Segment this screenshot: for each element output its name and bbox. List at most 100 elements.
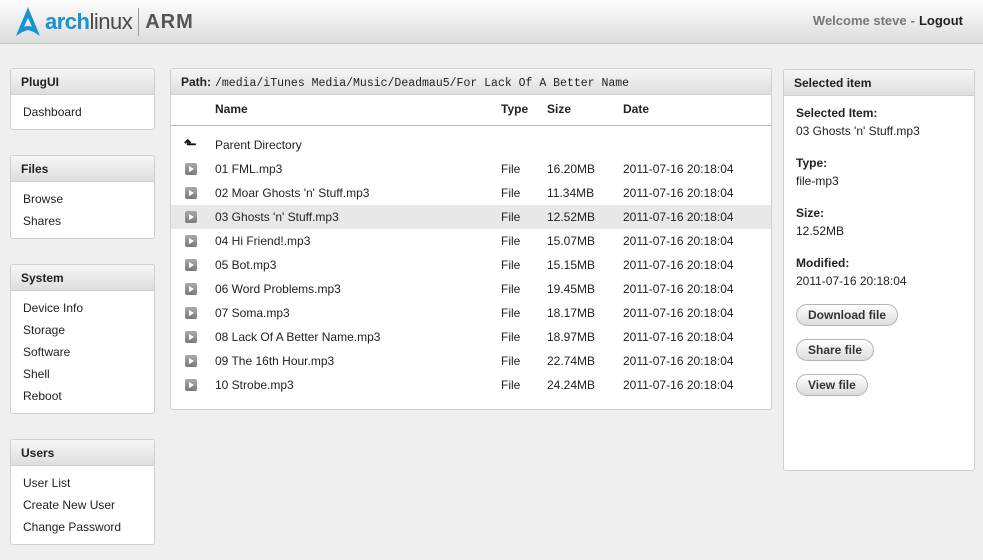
sidebar-item-reboot[interactable]: Reboot [23, 385, 154, 407]
file-row[interactable]: 04 Hi Friend!.mp3 File 15.07MB 2011-07-16 2… [171, 229, 771, 253]
file-name: 02 Moar Ghosts 'n' Stuff.mp3 [215, 186, 370, 200]
sidebar-section-title: Users [11, 440, 154, 466]
file-type: File [501, 282, 521, 296]
file-row[interactable]: 01 FML.mp3 File 16.20MB 2011-07-16 20:18:04 [171, 157, 771, 181]
welcome-area: Welcome steve - Logout [813, 13, 963, 28]
file-name: 05 Bot.mp3 [215, 258, 277, 272]
file-type: File [501, 306, 521, 320]
file-date: 2011-07-16 20:18:04 [623, 258, 734, 272]
download-file-button[interactable]: Download file [796, 304, 898, 326]
file-type: File [501, 162, 521, 176]
file-type: File [501, 258, 521, 272]
file-browser-panel: Path: /media/iTunes Media/Music/Deadmau5/… [170, 68, 772, 410]
size-label: Size: [796, 206, 825, 220]
file-size: 24.24MB [547, 378, 596, 392]
logout-link[interactable]: Logout [919, 13, 963, 28]
file-row[interactable]: 02 Moar Ghosts 'n' Stuff.mp3 File 11.34MB 2… [171, 181, 771, 205]
column-header-name[interactable]: Name [215, 102, 248, 116]
play-icon[interactable] [185, 187, 197, 199]
sidebar-item-shell[interactable]: Shell [23, 363, 154, 385]
view-file-button[interactable]: View file [796, 374, 868, 396]
file-row[interactable]: 05 Bot.mp3 File 15.15MB 2011-07-16 20:18:04 [171, 253, 771, 277]
column-header-date[interactable]: Date [623, 102, 649, 116]
sidebar-item-storage[interactable]: Storage [23, 319, 154, 341]
file-date: 2011-07-16 20:18:04 [623, 282, 734, 296]
file-size: 15.15MB [547, 258, 596, 272]
file-size: 16.20MB [547, 162, 596, 176]
file-name: 09 The 16th Hour.mp3 [215, 354, 335, 368]
file-type: File [501, 330, 521, 344]
parent-directory-label: Parent Directory [215, 138, 302, 152]
welcome-text: Welcome steve [812, 13, 907, 28]
type-label: Type: [796, 156, 828, 170]
file-name: 10 Strobe.mp3 [215, 378, 294, 392]
sidebar-item-user-list[interactable]: User List [23, 472, 154, 494]
selected-item-value: 03 Ghosts 'n' Stuff.mp3 [796, 124, 920, 138]
sidebar-item-create-new-user[interactable]: Create New User [23, 494, 154, 516]
archlinux-arm-logo[interactable]: archlinux ARM [14, 4, 194, 40]
size-value: 12.52MB [796, 224, 845, 238]
play-icon[interactable] [185, 355, 197, 367]
parent-directory-row[interactable]: ⬑ Parent Directory [171, 133, 771, 157]
file-type: File [501, 186, 521, 200]
path-label: Path: [181, 75, 211, 89]
file-date: 2011-07-16 20:18:04 [623, 210, 734, 224]
file-date: 2011-07-16 20:18:04 [623, 330, 734, 344]
file-size: 18.97MB [547, 330, 596, 344]
sidebar-section-title: Files [11, 156, 154, 182]
file-row[interactable]: 10 Strobe.mp3 File 24.24MB 2011-07-16 20:18… [171, 373, 771, 397]
file-name: 01 FML.mp3 [215, 162, 283, 176]
file-row[interactable]: 03 Ghosts 'n' Stuff.mp3 File 12.52MB 2011-0… [171, 205, 771, 229]
sidebar-item-software[interactable]: Software [23, 341, 154, 363]
play-icon[interactable] [185, 331, 197, 343]
sidebar-item-browse[interactable]: Browse [23, 188, 154, 210]
file-size: 11.34MB [547, 186, 595, 200]
file-row[interactable]: 06 Word Problems.mp3 File 19.45MB 2011-07-1… [171, 277, 771, 301]
logo-linux-text: linux [89, 9, 133, 34]
modified-value: 2011-07-16 20:18:04 [796, 274, 907, 288]
play-icon[interactable] [185, 211, 197, 223]
arch-logo-icon [16, 7, 40, 36]
play-icon[interactable] [185, 283, 197, 295]
file-size: 15.07MB [547, 234, 596, 248]
play-icon[interactable] [185, 235, 197, 247]
top-bar: archlinux ARM Welcome steve - Logout [0, 0, 983, 44]
path-value: /media/iTunes Media/Music/Deadmau5/For L… [215, 77, 630, 90]
file-size: 22.74MB [547, 354, 596, 368]
sidebar-section-system: System Device Info Storage Software Shel… [10, 264, 155, 414]
logo-text: archlinux [45, 9, 133, 35]
file-size: 19.45MB [547, 282, 596, 296]
column-header-size[interactable]: Size [547, 102, 571, 116]
path-bar: Path: /media/iTunes Media/Music/Deadmau5/… [171, 69, 771, 95]
type-value: file-mp3 [796, 174, 839, 188]
play-icon[interactable] [185, 163, 197, 175]
file-type: File [501, 354, 521, 368]
sidebar-item-dashboard[interactable]: Dashboard [23, 101, 154, 123]
play-icon[interactable] [185, 307, 197, 319]
file-date: 2011-07-16 20:18:04 [623, 162, 734, 176]
logo-arch-text: arch [45, 9, 90, 34]
file-name: 04 Hi Friend!.mp3 [215, 234, 311, 248]
sidebar-item-device-info[interactable]: Device Info [23, 297, 154, 319]
file-size: 12.52MB [547, 210, 596, 224]
column-header-type[interactable]: Type [501, 102, 528, 116]
sidebar-item-shares[interactable]: Shares [23, 210, 154, 232]
play-icon[interactable] [185, 259, 197, 271]
share-file-button[interactable]: Share file [796, 339, 875, 361]
file-row[interactable]: 07 Soma.mp3 File 18.17MB 2011-07-16 20:18:0… [171, 301, 771, 325]
file-size: 18.17MB [547, 306, 596, 320]
sidebar-section-files: Files Browse Shares [10, 155, 155, 239]
file-name: 06 Word Problems.mp3 [215, 282, 341, 296]
file-date: 2011-07-16 20:18:04 [623, 378, 734, 392]
selected-item-panel: Selected item Selected Item: 03 Ghosts '… [783, 69, 975, 471]
sidebar-section-title: PlugUI [11, 69, 154, 95]
selected-item-title: Selected item [784, 70, 974, 96]
file-name: 03 Ghosts 'n' Stuff.mp3 [215, 210, 339, 224]
file-row[interactable]: 09 The 16th Hour.mp3 File 22.74MB 2011-07-1… [171, 349, 771, 373]
play-icon[interactable] [185, 379, 197, 391]
logo-arm-text: ARM [145, 10, 194, 33]
file-row[interactable]: 08 Lack Of A Better Name.mp3 File 18.97MB 2… [171, 325, 771, 349]
logo-divider [138, 8, 140, 36]
sidebar-item-change-password[interactable]: Change Password [23, 516, 154, 538]
file-date: 2011-07-16 20:18:04 [623, 234, 734, 248]
